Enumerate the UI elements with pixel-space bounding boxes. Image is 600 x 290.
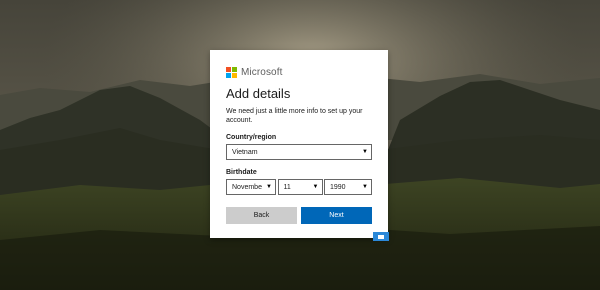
page-title: Add details	[226, 86, 291, 101]
feedback-button[interactable]	[373, 232, 389, 241]
birth-year-select[interactable]: 1990 ▼	[324, 179, 372, 195]
chevron-down-icon: ▼	[266, 184, 272, 190]
page-description: We need just a little more info to set u…	[226, 108, 363, 124]
feedback-icon	[378, 234, 384, 239]
country-label: Country/region	[226, 134, 277, 141]
chevron-down-icon: ▼	[362, 149, 368, 155]
signup-card: Microsoft Add details We need just a lit…	[210, 50, 388, 238]
birthdate-label: Birthdate	[226, 169, 257, 176]
birth-year-value: 1990	[330, 183, 346, 191]
birth-month-select[interactable]: Novembe ▼	[226, 179, 276, 195]
brand-name: Microsoft	[241, 66, 283, 78]
birth-day-select[interactable]: 11 ▼	[277, 179, 323, 195]
button-row: Back Next	[226, 207, 372, 224]
brand-header: Microsoft	[226, 66, 372, 78]
next-button[interactable]: Next	[301, 207, 372, 224]
birthdate-row: Novembe ▼ 11 ▼ 1990 ▼	[226, 179, 372, 195]
back-button[interactable]: Back	[226, 207, 297, 224]
microsoft-logo-icon	[226, 66, 237, 78]
chevron-down-icon: ▼	[362, 184, 368, 190]
chevron-down-icon: ▼	[312, 184, 319, 190]
country-value: Vietnam	[232, 148, 258, 156]
birth-month-value: Novembe	[232, 183, 262, 191]
country-select[interactable]: Vietnam ▼	[226, 144, 372, 160]
birth-day-value: 11	[283, 183, 291, 191]
